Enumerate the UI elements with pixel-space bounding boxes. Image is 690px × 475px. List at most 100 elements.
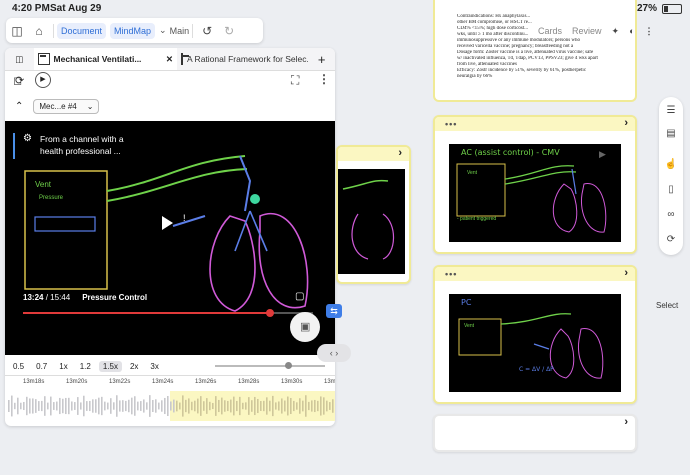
link-icon[interactable]: ∞ — [664, 209, 678, 221]
waveform-bar — [77, 397, 79, 415]
cards-button[interactable]: Cards — [538, 26, 562, 36]
waveform-bar — [47, 402, 49, 410]
video-player[interactable]: Vent Pressure ! ⚙ From a channel with a … — [5, 121, 335, 355]
waveform-bar — [146, 402, 148, 410]
waveform-bar — [311, 400, 313, 412]
review-button[interactable]: Review — [572, 26, 602, 36]
fullscreen-icon[interactable]: ⛶ — [291, 73, 299, 88]
lasso-icon[interactable]: ⟳ — [664, 234, 678, 246]
chevron-up-icon[interactable]: ⌃ — [15, 101, 23, 112]
waveform-bar — [200, 396, 202, 416]
speed-option[interactable]: 2x — [126, 361, 142, 372]
main-dropdown[interactable]: ⌄ Main — [159, 25, 189, 36]
add-tab-icon[interactable]: + — [308, 48, 335, 70]
tab-mechanical-ventilation[interactable]: Mechanical Ventilati... ✕ — [33, 48, 177, 70]
speed-option[interactable]: 1.5x — [98, 360, 122, 372]
waveform-bar — [209, 401, 211, 411]
waveform-bar — [26, 396, 28, 416]
waveform-bar — [131, 397, 133, 415]
video-title-line2: health professional ... — [39, 146, 121, 156]
hand-pointer-icon[interactable]: ☝ — [664, 159, 678, 171]
speed-option[interactable]: 0.7 — [32, 361, 51, 372]
chevron-right-icon[interactable]: › — [398, 147, 402, 159]
waveform-bar — [173, 399, 175, 413]
sparkle-icon[interactable]: ✦ — [612, 26, 620, 37]
select-label[interactable]: Select — [656, 301, 678, 310]
timeline-label: 13m18s — [23, 379, 45, 385]
waveform-bar — [176, 400, 178, 412]
note-thumbnail — [338, 169, 405, 274]
cast-icon[interactable]: ▢ — [295, 291, 315, 305]
tab-rational-framework[interactable]: A Rational Framework for Selec... — [177, 48, 308, 70]
waveform-bar — [107, 402, 109, 410]
play-small-icon[interactable]: ▶ — [35, 72, 51, 88]
close-icon[interactable]: ✕ — [166, 54, 173, 65]
chooser-row: ⌃ Mec...e #4 ⌄ — [5, 96, 335, 116]
waveform-bar — [134, 396, 136, 416]
note-card-pc[interactable]: ••• › Vent PC C = ΔV / ΔP — [433, 265, 637, 404]
timeline-label: 13m28s — [238, 379, 260, 385]
speed-option[interactable]: 1.2 — [76, 361, 95, 372]
layout-icon[interactable]: ▤ — [664, 128, 678, 140]
waveform-bar — [281, 398, 283, 414]
svg-text:Vent: Vent — [467, 170, 478, 176]
progress-knob[interactable] — [265, 309, 274, 317]
screenshot-button[interactable]: ▣ — [290, 312, 320, 342]
video-panel: ◫ Mechanical Ventilati... ✕ A Rational F… — [5, 48, 335, 426]
waveform-bar — [8, 400, 10, 412]
document-tab-button[interactable]: Document — [57, 22, 107, 39]
svg-text:Pressure: Pressure — [39, 195, 64, 201]
panel-resize-handle[interactable]: ‹ › — [317, 344, 351, 362]
video-progress-bar[interactable] — [23, 309, 313, 317]
timeline-label: 13m26s — [195, 379, 217, 385]
chevron-right-icon[interactable]: › — [624, 267, 628, 279]
waveform-bar — [149, 395, 151, 417]
volume-slider[interactable] — [215, 362, 325, 369]
waveform-bar — [185, 399, 187, 413]
split-view-icon[interactable]: ◫ — [5, 48, 34, 70]
waveform-bar — [56, 401, 58, 411]
chevron-right-icon[interactable]: › — [624, 416, 628, 428]
cards-stack-icon[interactable]: ▯ — [664, 184, 678, 196]
note-card-empty[interactable]: › — [433, 414, 637, 452]
list-icon[interactable]: ☰ — [664, 105, 678, 117]
home-icon[interactable]: ⌂ — [28, 24, 50, 38]
video-select[interactable]: Mec...e #4 ⌄ — [33, 98, 100, 114]
waveform-bar — [302, 400, 304, 412]
speed-option[interactable]: 3x — [146, 361, 162, 372]
audio-waveform[interactable] — [5, 391, 335, 421]
speed-option[interactable]: 0.5 — [9, 361, 28, 372]
waveform-bar — [92, 399, 94, 413]
status-time: 4:20 PM — [12, 3, 50, 14]
note-card-partial[interactable]: › — [336, 145, 411, 284]
waveform-bar — [212, 402, 214, 410]
swap-icon[interactable]: ⇆ — [326, 304, 342, 318]
drag-handle-icon[interactable]: ••• — [445, 269, 457, 279]
drag-handle-icon[interactable]: ••• — [445, 119, 457, 129]
more-icon[interactable]: ⋮ — [645, 26, 654, 37]
redo-icon[interactable]: ↻ — [218, 24, 240, 38]
timeline-ruler[interactable]: 13m18s 13m20s 13m22s 13m24s 13m26s 13m28s 13m3… — [5, 375, 335, 390]
waveform-bar — [245, 402, 247, 410]
document-line: neuralgia by 66% — [457, 74, 493, 79]
play-icon[interactable] — [162, 216, 173, 230]
volume-knob[interactable] — [285, 362, 292, 369]
speed-option[interactable]: 1x — [55, 361, 71, 372]
waveform-bar — [98, 397, 100, 415]
right-tool-sidebar: ☰ ▤ ☝ ▯ ∞ ⟳ — [659, 97, 683, 255]
waveform-bar — [104, 401, 106, 411]
waveform-bar — [95, 399, 97, 413]
svg-text:Vent: Vent — [464, 323, 475, 329]
sidebar-toggle-icon[interactable]: ◫ — [6, 24, 28, 38]
more-icon[interactable]: ⋮ — [318, 72, 330, 86]
document-view[interactable]: Contraindications: Hx anaphylaxis... othe… — [433, 0, 637, 102]
waveform-bar — [284, 400, 286, 412]
note-card-ac[interactable]: ••• › Vent AC (assist control) - CMV - p… — [433, 115, 637, 254]
chevron-right-icon[interactable]: › — [624, 117, 628, 129]
mindmap-tab-button[interactable]: MindMap — [110, 22, 156, 39]
waveform-bar — [110, 398, 112, 414]
profile-icon[interactable]: ◐ — [629, 26, 634, 36]
top-toolbar: ◫ ⌂ Document MindMap ⌄ Main ↺ ↻ — [6, 18, 263, 43]
undo-icon[interactable]: ↺ — [196, 24, 218, 38]
loop-icon[interactable]: ⟳ — [15, 74, 24, 87]
